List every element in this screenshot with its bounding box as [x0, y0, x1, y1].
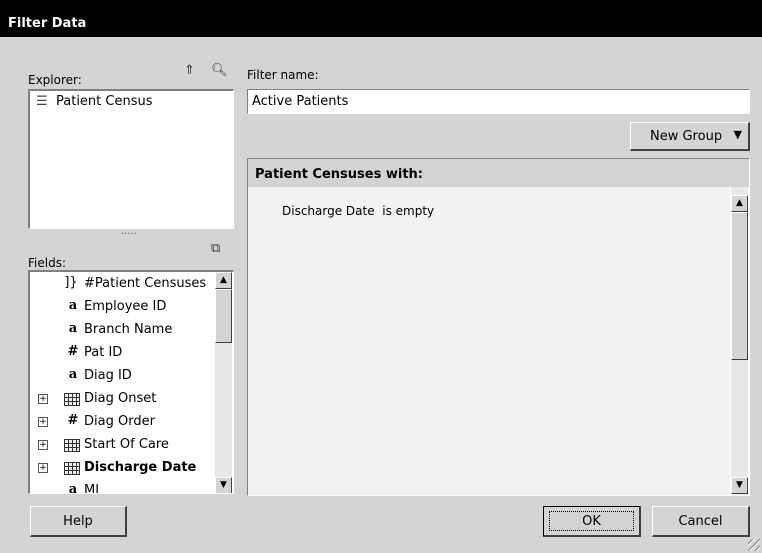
condition-field[interactable]: Discharge Date — [282, 204, 375, 218]
filter-condition[interactable]: Discharge Date is empty — [282, 204, 434, 218]
expand-icon[interactable]: + — [38, 463, 48, 473]
panel-title: Patient Censuses with: — [255, 167, 423, 182]
cancel-label: Cancel — [678, 514, 723, 529]
field-item-discharge-date[interactable]: + Discharge Date — [30, 458, 215, 480]
panel-body[interactable]: Discharge Date is empty — [248, 187, 730, 495]
bracket-icon: ]} — [64, 275, 78, 290]
panel-header: Patient Censuses with: — [248, 159, 749, 187]
window-title-bar: Filter Data — [0, 0, 762, 37]
number-hash-icon: # — [67, 413, 79, 428]
fields-scrollbar[interactable]: ▲ ▼ — [215, 272, 232, 493]
field-item-employee-id[interactable]: a Employee ID — [30, 297, 215, 319]
field-label: Branch Name — [84, 322, 173, 337]
explorer-item-patient-census[interactable]: ☰ Patient Census — [36, 94, 153, 109]
scroll-up-icon[interactable]: ▲ — [215, 272, 232, 289]
date-grid-icon — [64, 462, 80, 475]
number-hash-icon: # — [67, 344, 79, 359]
chevron-down-icon: ▼ — [733, 128, 742, 141]
text-a-icon: a — [68, 482, 78, 494]
search-icon[interactable]: 🔍︎ — [211, 63, 228, 78]
field-item-patient-censuses[interactable]: ]} #Patient Censuses — [30, 274, 215, 296]
field-label: Discharge Date — [84, 460, 197, 475]
explorer-tree[interactable]: ☰ Patient Census — [28, 89, 234, 229]
field-label: Pat ID — [84, 345, 123, 360]
scroll-thumb[interactable] — [215, 289, 232, 343]
expand-icon[interactable]: + — [38, 440, 48, 450]
scroll-down-icon[interactable]: ▼ — [731, 477, 748, 494]
ok-button[interactable]: OK — [543, 506, 641, 537]
window-title: Filter Data — [8, 16, 87, 31]
new-group-label: New Group — [650, 129, 723, 144]
date-grid-icon — [64, 439, 80, 452]
field-label: MI — [84, 483, 100, 494]
field-label: #Patient Censuses — [84, 276, 207, 291]
up-arrow-icon[interactable]: ⇑ — [184, 63, 195, 78]
fields-list[interactable]: ]} #Patient Censuses a Employee ID a Bra… — [28, 270, 234, 494]
scroll-thumb[interactable] — [731, 212, 748, 360]
field-label: Diag Onset — [84, 391, 157, 406]
text-a-icon: a — [68, 367, 78, 382]
add-field-icon[interactable]: ⧉ — [211, 241, 220, 256]
scroll-down-icon[interactable]: ▼ — [215, 477, 232, 493]
field-item-diag-id[interactable]: a Diag ID — [30, 366, 215, 388]
help-label: Help — [63, 514, 93, 529]
new-group-button[interactable]: New Group ▼ — [630, 122, 750, 151]
cancel-button[interactable]: Cancel — [652, 506, 750, 537]
field-label: Employee ID — [84, 299, 167, 314]
filter-conditions-panel[interactable]: Patient Censuses with: Discharge Date is… — [247, 158, 750, 496]
focus-ring — [549, 511, 634, 531]
text-a-icon: a — [68, 298, 78, 313]
condition-operator[interactable]: is empty — [382, 204, 434, 218]
date-grid-icon — [64, 393, 80, 406]
expand-icon[interactable]: + — [38, 394, 48, 404]
fields-label: Fields: — [28, 256, 66, 270]
help-button[interactable]: Help — [30, 506, 127, 537]
field-item-diag-onset[interactable]: + Diag Onset — [30, 389, 215, 411]
filter-name-label: Filter name: — [247, 68, 319, 82]
explorer-label: Explorer: — [28, 73, 82, 87]
field-item-pat-id[interactable]: # Pat ID — [30, 343, 215, 365]
explorer-splitter-handle[interactable]: ..... — [121, 226, 137, 237]
field-label: Diag Order — [84, 414, 155, 429]
expand-icon[interactable]: + — [38, 417, 48, 427]
scroll-up-icon[interactable]: ▲ — [731, 195, 748, 212]
field-label: Start Of Care — [84, 437, 169, 452]
field-label: Diag ID — [84, 368, 132, 383]
text-a-icon: a — [68, 321, 78, 336]
table-list-icon: ☰ — [36, 94, 48, 109]
field-item-diag-order[interactable]: + # Diag Order — [30, 412, 215, 434]
field-item-mi[interactable]: a MI — [30, 481, 215, 494]
explorer-item-label: Patient Census — [56, 94, 153, 109]
field-item-start-of-care[interactable]: + Start Of Care — [30, 435, 215, 457]
field-item-branch-name[interactable]: a Branch Name — [30, 320, 215, 342]
filter-name-input[interactable]: Active Patients — [247, 89, 750, 114]
resize-grip-icon[interactable] — [748, 539, 760, 551]
panel-scrollbar[interactable]: ▲ ▼ — [731, 187, 748, 495]
